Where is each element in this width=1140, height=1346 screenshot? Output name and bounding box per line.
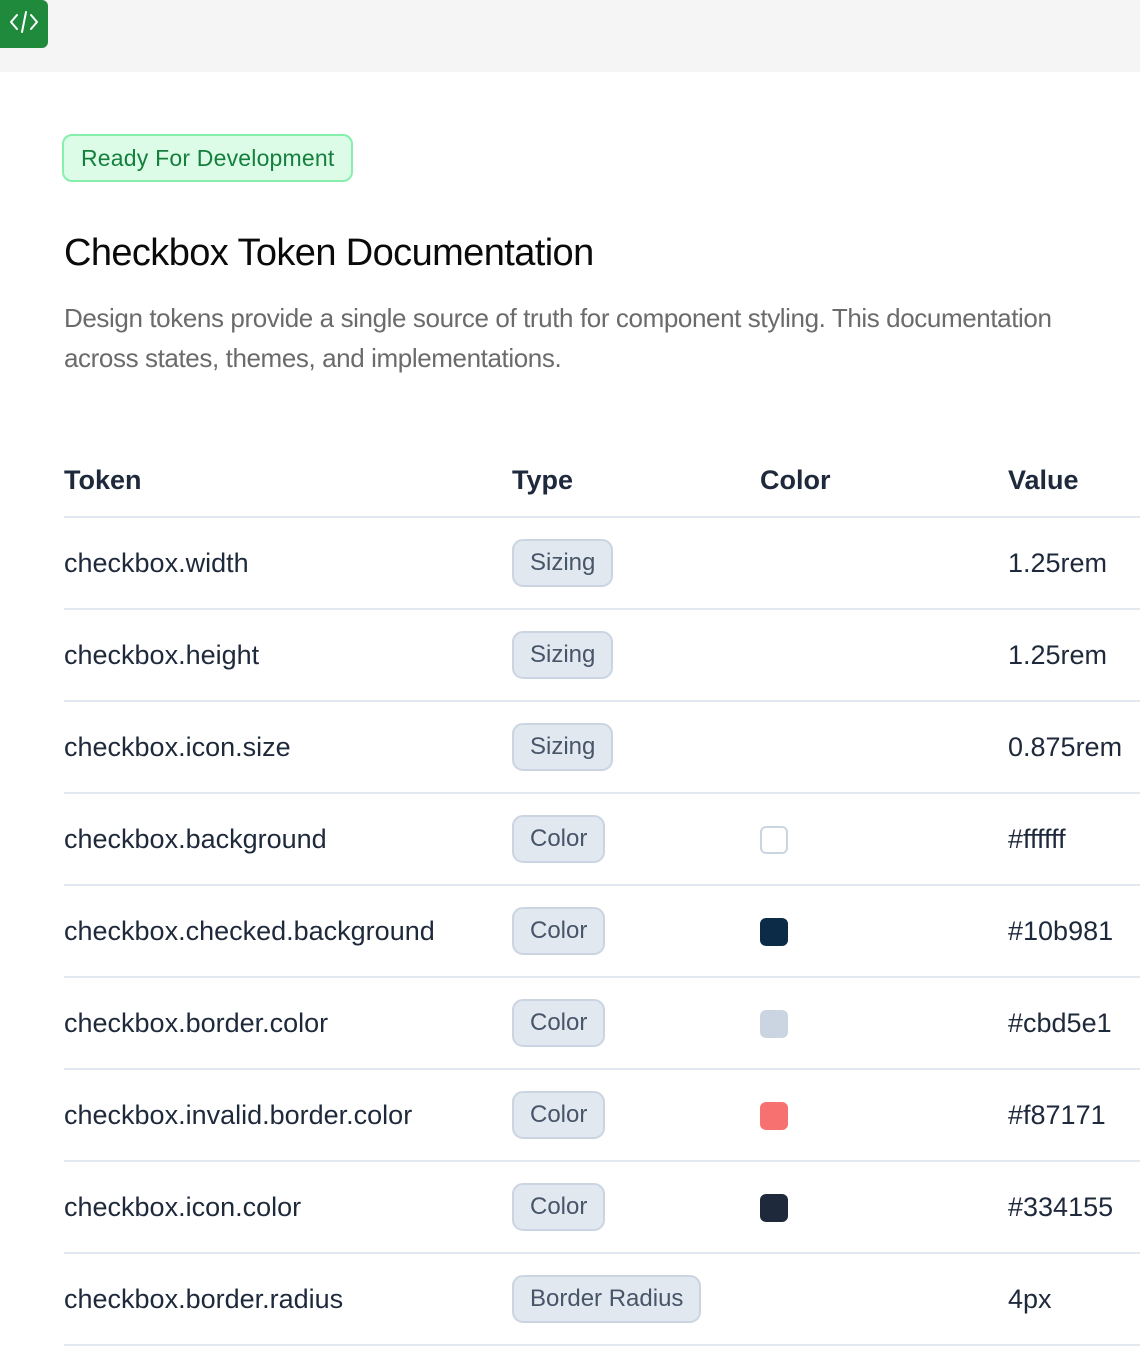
table-row: checkbox.border.radius Border Radius 4px [64, 1253, 1140, 1346]
token-name: checkbox.width [64, 517, 512, 610]
table-row: checkbox.checked.background Color #10b981 [64, 885, 1140, 978]
type-badge: Sizing [512, 723, 614, 771]
type-cell: Color [512, 1069, 760, 1162]
app-logo[interactable] [0, 0, 48, 48]
token-name: checkbox.icon.size [64, 701, 512, 794]
type-badge: Sizing [512, 539, 614, 587]
color-swatch [760, 1102, 788, 1131]
description-line: across states, themes, and implementatio… [64, 343, 562, 373]
type-badge: Border Radius [512, 1275, 702, 1323]
page-description: Design tokens provide a single source of… [64, 298, 1140, 378]
color-cell [760, 885, 1008, 978]
token-name: checkbox.height [64, 609, 512, 702]
type-badge: Color [512, 999, 606, 1047]
page-title: Checkbox Token Documentation [64, 232, 594, 274]
token-value: #cbd5e1 [1008, 977, 1140, 1070]
color-swatch [760, 1194, 788, 1223]
description-line: Design tokens provide a single source of… [64, 303, 1052, 333]
token-name: checkbox.border.radius [64, 1253, 512, 1346]
table-row: checkbox.icon.color Color #334155 [64, 1161, 1140, 1254]
column-header-color: Color [760, 444, 1008, 518]
code-icon [9, 9, 39, 40]
column-header-type: Type [512, 444, 760, 518]
token-name: checkbox.checked.background [64, 885, 512, 978]
type-badge: Color [512, 1183, 606, 1231]
token-value: 4px [1008, 1253, 1140, 1346]
color-cell [760, 701, 1008, 794]
token-value: 1.25rem [1008, 517, 1140, 610]
color-cell [760, 609, 1008, 702]
color-cell [760, 517, 1008, 610]
token-name: checkbox.background [64, 793, 512, 886]
type-cell: Sizing [512, 609, 760, 702]
color-cell [760, 977, 1008, 1070]
token-value: #f87171 [1008, 1069, 1140, 1162]
column-header-token: Token [64, 444, 512, 518]
top-bar [0, 0, 1140, 72]
token-value: #10b981 [1008, 885, 1140, 978]
color-cell [760, 1253, 1008, 1346]
token-name: checkbox.invalid.border.color [64, 1069, 512, 1162]
table-row: checkbox.height Sizing 1.25rem [64, 609, 1140, 702]
type-cell: Sizing [512, 701, 760, 794]
table-row: checkbox.width Sizing 1.25rem [64, 517, 1140, 610]
color-swatch [760, 918, 788, 947]
type-badge: Color [512, 1091, 606, 1139]
type-cell: Color [512, 793, 760, 886]
type-cell: Color [512, 977, 760, 1070]
token-value: 0.875rem [1008, 701, 1140, 794]
token-name: checkbox.border.color [64, 977, 512, 1070]
type-cell: Color [512, 885, 760, 978]
table-row: checkbox.border.color Color #cbd5e1 [64, 977, 1140, 1070]
table-row: checkbox.icon.size Sizing 0.875rem [64, 701, 1140, 794]
token-value: #334155 [1008, 1161, 1140, 1254]
table-header-row: Token Type Color Value [64, 444, 1140, 518]
color-swatch [760, 1010, 788, 1039]
type-cell: Color [512, 1161, 760, 1254]
token-table: Token Type Color Value checkbox.width Siz… [64, 444, 1140, 1346]
token-value: #ffffff [1008, 793, 1140, 886]
color-cell [760, 793, 1008, 886]
token-name: checkbox.icon.color [64, 1161, 512, 1254]
table-row: checkbox.invalid.border.color Color #f8717… [64, 1069, 1140, 1162]
column-header-value: Value [1008, 444, 1140, 518]
type-cell: Border Radius [512, 1253, 760, 1346]
type-cell: Sizing [512, 517, 760, 610]
color-cell [760, 1161, 1008, 1254]
color-cell [760, 1069, 1008, 1162]
type-badge: Color [512, 815, 606, 863]
table-row: checkbox.background Color #ffffff [64, 793, 1140, 886]
type-badge: Color [512, 907, 606, 955]
color-swatch [760, 826, 788, 855]
token-value: 1.25rem [1008, 609, 1140, 702]
type-badge: Sizing [512, 631, 614, 679]
status-badge: Ready For Development [62, 134, 354, 182]
